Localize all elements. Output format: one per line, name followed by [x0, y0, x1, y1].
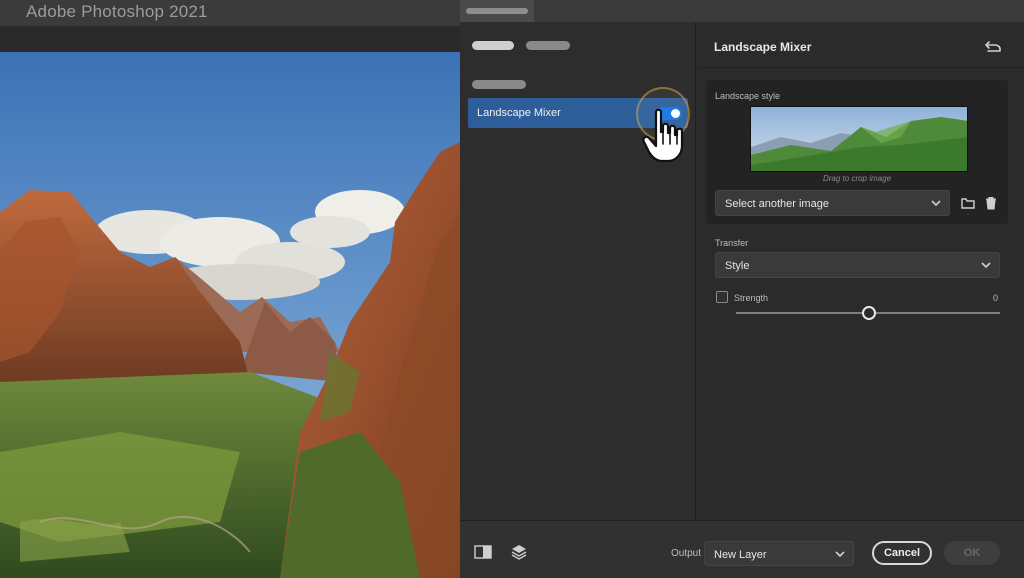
tab-placeholder	[466, 8, 528, 14]
ok-button[interactable]: OK	[944, 541, 1000, 565]
output-select[interactable]: New Layer	[704, 541, 854, 566]
options-bar	[0, 26, 460, 52]
panel-tab[interactable]	[460, 0, 534, 22]
filter-item-label: Landscape Mixer	[477, 107, 561, 119]
layers-icon[interactable]	[510, 544, 528, 560]
strength-value: 0	[993, 293, 999, 303]
strength-checkbox[interactable]	[716, 291, 728, 303]
transfer-select-value: Style	[725, 260, 750, 272]
chevron-down-icon	[835, 551, 845, 558]
chevron-down-icon	[931, 200, 941, 207]
landscape-style-card: Landscape style Drag to crop image Selec…	[706, 80, 1008, 224]
compare-icon[interactable]	[474, 544, 492, 560]
neural-filters-panel: Landscape Mixer Landscape Mixer Landscap…	[460, 0, 1024, 578]
thumbnail-caption: Drag to crop image	[822, 174, 892, 183]
filter-settings: Landscape Mixer Landscape style Drag to …	[697, 22, 1024, 520]
chevron-down-icon	[981, 262, 991, 269]
output-select-value: New Layer	[714, 549, 767, 561]
image-select-value: Select another image	[725, 198, 829, 210]
app-title: Adobe Photoshop 2021	[26, 2, 208, 21]
section-heading-placeholder	[472, 80, 526, 89]
filter-list: Landscape Mixer	[460, 22, 696, 520]
image-select[interactable]: Select another image	[715, 190, 950, 216]
style-thumbnail[interactable]	[750, 106, 968, 172]
transfer-select[interactable]: Style	[715, 252, 1000, 278]
cancel-button[interactable]: Cancel	[872, 541, 932, 565]
folder-icon[interactable]	[961, 196, 975, 210]
app-titlebar: Adobe Photoshop 2021	[0, 0, 460, 26]
settings-header: Landscape Mixer	[697, 22, 1024, 68]
landscape-style-label: Landscape style	[715, 91, 781, 101]
transfer-label: Transfer	[715, 238, 749, 248]
document-canvas[interactable]	[0, 52, 460, 578]
panel-footer: Output New Layer Cancel OK	[460, 520, 1024, 578]
category-tab[interactable]	[526, 41, 570, 50]
style-thumbnail-image	[751, 107, 967, 171]
category-tab-active[interactable]	[472, 41, 514, 50]
strength-label: Strength	[734, 293, 769, 303]
landscape-photo	[0, 52, 460, 578]
output-label: Output	[671, 548, 702, 559]
hand-pointer-icon	[642, 108, 684, 163]
settings-title: Landscape Mixer	[714, 40, 812, 54]
reset-icon[interactable]	[984, 38, 1002, 54]
strength-slider-thumb[interactable]	[862, 306, 876, 320]
panel-tabbar	[460, 0, 1024, 22]
trash-icon[interactable]	[984, 196, 998, 210]
